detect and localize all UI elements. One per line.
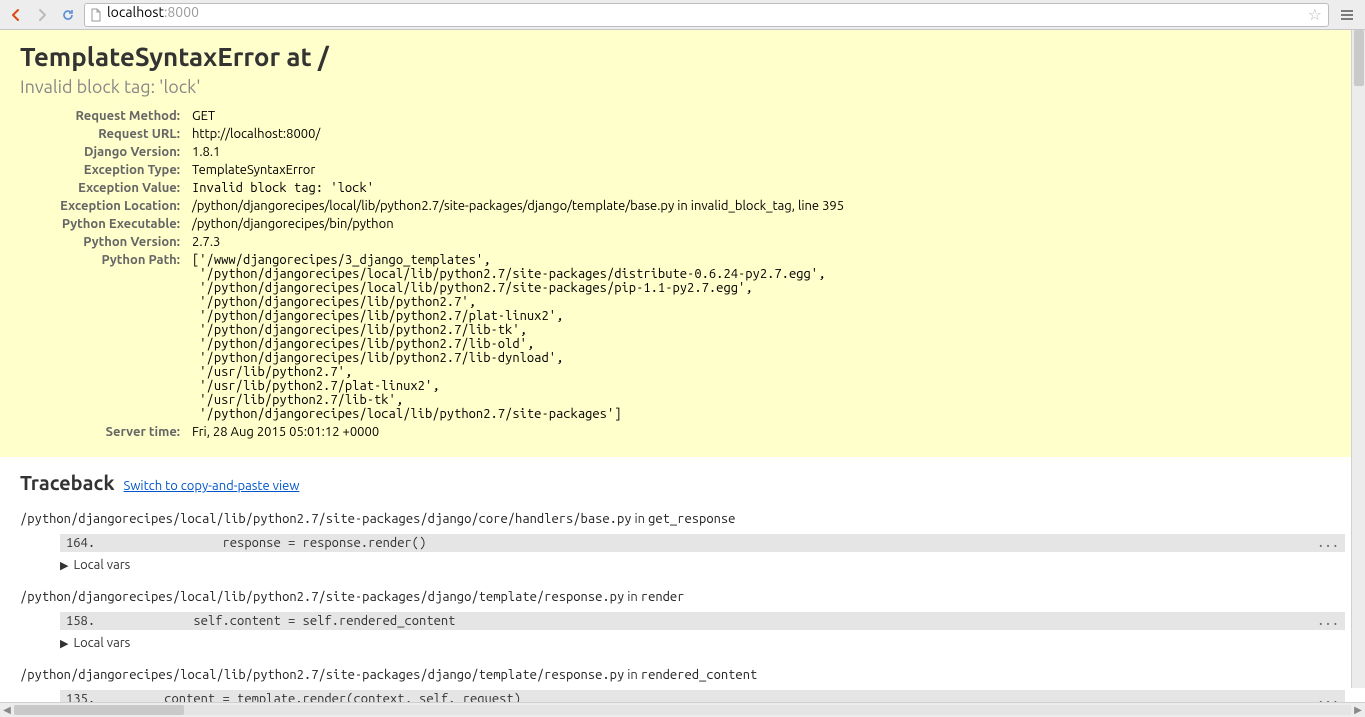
local-vars-toggle[interactable]: ▶ Local vars — [60, 558, 1345, 572]
traceback-frame: /python/djangorecipes/local/lib/python2.… — [20, 512, 1345, 572]
line-number: 158. — [66, 614, 106, 628]
frame-file: /python/djangorecipes/local/lib/python2.… — [20, 512, 632, 526]
ellipsis-icon[interactable]: ... — [1317, 614, 1339, 628]
traceback-heading: Traceback — [20, 471, 115, 494]
meta-label: Python Executable: — [20, 217, 180, 231]
horizontal-scrollbar[interactable]: ◀ ▶ — [0, 702, 1365, 716]
meta-value: Invalid block tag: 'lock' — [192, 181, 1345, 195]
error-subtitle: Invalid block tag: 'lock' — [20, 77, 1345, 97]
page-icon — [89, 8, 103, 22]
code-text: response = response.render() — [106, 536, 1317, 550]
traceback-frame: /python/djangorecipes/local/lib/python2.… — [20, 668, 1345, 702]
meta-label: Python Path: — [20, 253, 180, 421]
frame-codeblock[interactable]: 164. response = response.render() ... — [60, 534, 1345, 552]
traceback-section: Traceback Switch to copy-and-paste view … — [0, 457, 1365, 702]
frame-func: rendered_content — [641, 668, 757, 682]
error-summary: TemplateSyntaxError at / Invalid block t… — [0, 30, 1365, 457]
forward-button[interactable] — [32, 5, 52, 25]
frame-codeblock[interactable]: 158. self.content = self.rendered_conten… — [60, 612, 1345, 630]
meta-label: Django Version: — [20, 145, 180, 159]
code-text: content = template.render(context, self.… — [106, 692, 1317, 702]
local-vars-label: Local vars — [73, 636, 130, 650]
url-display[interactable]: localhost:8000 — [107, 4, 1302, 26]
code-line: 158. self.content = self.rendered_conten… — [60, 612, 1345, 630]
triangle-right-icon: ▶ — [60, 560, 68, 572]
meta-value: GET — [192, 109, 1345, 123]
ellipsis-icon[interactable]: ... — [1317, 692, 1339, 702]
reload-button[interactable] — [58, 5, 78, 25]
line-number: 164. — [66, 536, 106, 550]
vertical-scrollbar[interactable] — [1351, 30, 1365, 688]
traceback-frame: /python/djangorecipes/local/lib/python2.… — [20, 590, 1345, 650]
frame-func: render — [641, 590, 685, 604]
frame-in: in — [624, 668, 641, 682]
address-bar[interactable]: localhost:8000 ☆ — [84, 3, 1329, 27]
frame-location: /python/djangorecipes/local/lib/python2.… — [20, 668, 1345, 682]
meta-label: Exception Type: — [20, 163, 180, 177]
hamburger-menu-button[interactable] — [1335, 3, 1359, 27]
meta-value: TemplateSyntaxError — [192, 163, 1345, 177]
bookmark-star-icon[interactable]: ☆ — [1306, 5, 1324, 24]
meta-label: Request URL: — [20, 127, 180, 141]
meta-value: 1.8.1 — [192, 145, 1345, 159]
error-meta-table: Request Method: GET Request URL: http://… — [20, 109, 1345, 439]
frame-file: /python/djangorecipes/local/lib/python2.… — [20, 590, 624, 604]
frame-in: in — [624, 590, 641, 604]
ellipsis-icon[interactable]: ... — [1317, 536, 1339, 550]
page-viewport: TemplateSyntaxError at / Invalid block t… — [0, 30, 1365, 702]
code-text: self.content = self.rendered_content — [106, 614, 1317, 628]
frame-in: in — [632, 512, 649, 526]
frame-codeblock[interactable]: 135. content = template.render(context, … — [60, 690, 1345, 702]
scrollbar-track[interactable] — [14, 705, 1351, 715]
url-port: :8000 — [164, 4, 199, 20]
frame-file: /python/djangorecipes/local/lib/python2.… — [20, 668, 624, 682]
line-number: 135. — [66, 692, 106, 702]
local-vars-toggle[interactable]: ▶ Local vars — [60, 636, 1345, 650]
meta-label: Python Version: — [20, 235, 180, 249]
code-line: 135. content = template.render(context, … — [60, 690, 1345, 702]
meta-label: Server time: — [20, 425, 180, 439]
scroll-left-icon[interactable]: ◀ — [0, 703, 14, 717]
scrollbar-thumb[interactable] — [14, 705, 184, 715]
frame-location: /python/djangorecipes/local/lib/python2.… — [20, 590, 1345, 604]
meta-value: Fri, 28 Aug 2015 05:01:12 +0000 — [192, 425, 1345, 439]
meta-value: 2.7.3 — [192, 235, 1345, 249]
meta-value: http://localhost:8000/ — [192, 127, 1345, 141]
scroll-right-icon[interactable]: ▶ — [1351, 703, 1365, 717]
scrollbar-thumb[interactable] — [1354, 30, 1364, 86]
meta-value: ['/www/djangorecipes/3_django_templates'… — [192, 253, 1345, 421]
back-button[interactable] — [6, 5, 26, 25]
meta-value: /python/djangorecipes/bin/python — [192, 217, 1345, 231]
frame-location: /python/djangorecipes/local/lib/python2.… — [20, 512, 1345, 526]
code-line: 164. response = response.render() ... — [60, 534, 1345, 552]
meta-label: Request Method: — [20, 109, 180, 123]
error-title: TemplateSyntaxError at / — [20, 42, 1345, 71]
url-host: localhost — [107, 4, 164, 20]
switch-view-link[interactable]: Switch to copy-and-paste view — [124, 479, 300, 493]
browser-toolbar: localhost:8000 ☆ — [0, 0, 1365, 30]
frame-func: get_response — [648, 512, 735, 526]
meta-label: Exception Value: — [20, 181, 180, 195]
meta-value: /python/djangorecipes/local/lib/python2.… — [192, 199, 1345, 213]
local-vars-label: Local vars — [73, 558, 130, 572]
triangle-right-icon: ▶ — [60, 638, 68, 650]
meta-label: Exception Location: — [20, 199, 180, 213]
